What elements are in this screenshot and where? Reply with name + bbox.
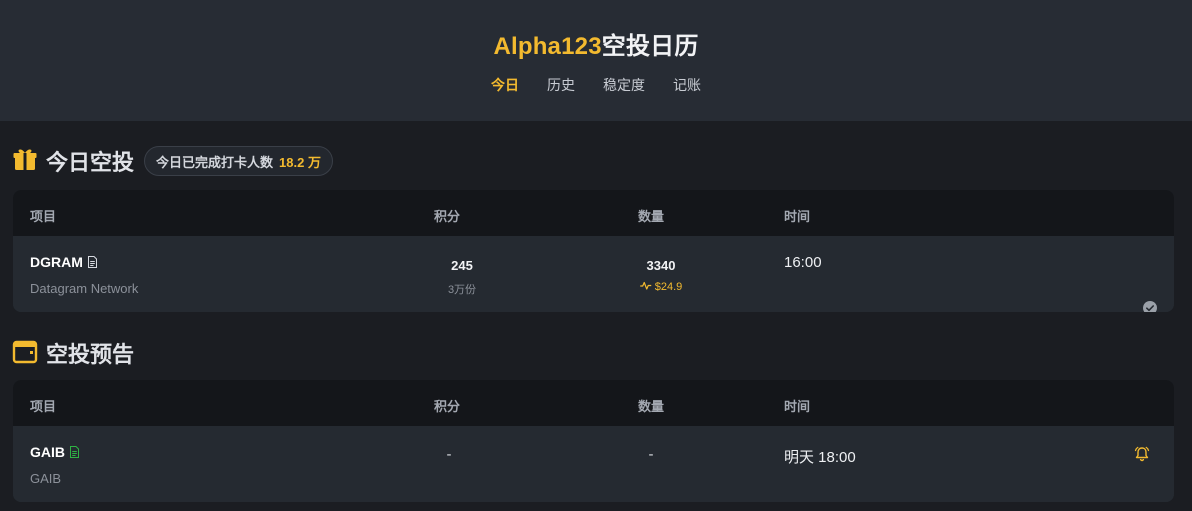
tab-history[interactable]: 历史 — [547, 75, 575, 95]
today-section-header: 今日空投 今日已完成打卡人数 18.2 万 — [12, 145, 333, 177]
top-bar: Alpha123空投日历 今日 历史 稳定度 记账 — [0, 0, 1192, 121]
check-circle-icon[interactable] — [1143, 301, 1157, 312]
today-table: 项目 积分 数量 时间 DGRAM Datagram Network 245 3… — [13, 190, 1174, 312]
tab-ledger[interactable]: 记账 — [673, 75, 701, 95]
points-value: 245 — [451, 258, 473, 273]
time-value: 16:00 — [784, 254, 822, 271]
document-icon[interactable] — [69, 446, 80, 458]
col-time: 时间 — [784, 209, 811, 224]
calendar-icon — [12, 338, 38, 369]
tab-stability[interactable]: 稳定度 — [603, 75, 645, 95]
checkin-count-badge: 今日已完成打卡人数 18.2 万 — [144, 146, 333, 176]
table-row[interactable]: DGRAM Datagram Network 245 3万份 3340 $24.… — [13, 236, 1174, 312]
col-points: 积分 — [434, 209, 461, 224]
points-sub: 3万份 — [447, 284, 477, 296]
main-nav: 今日 历史 稳定度 记账 — [0, 75, 1192, 95]
quantity-value: - — [648, 446, 654, 463]
col-time: 时间 — [784, 399, 811, 414]
col-quantity: 数量 — [638, 209, 665, 224]
time-value: 明天 18:00 — [784, 449, 856, 466]
col-project: 项目 — [30, 399, 57, 414]
project-symbol-wrap: GAIB — [30, 444, 80, 460]
project-symbol-wrap: DGRAM — [30, 254, 98, 270]
col-points: 积分 — [434, 399, 461, 414]
pulse-icon — [640, 281, 652, 293]
money-value: $24.9 — [654, 281, 683, 293]
document-icon[interactable] — [87, 256, 98, 268]
today-section-title: 今日空投 — [46, 150, 135, 175]
app-title-rest: 空投日历 — [601, 33, 699, 60]
bell-icon[interactable] — [1134, 446, 1150, 467]
project-name: GAIB — [30, 471, 62, 486]
quantity-money: $24.9 — [640, 281, 683, 293]
upcoming-section-title: 空投预告 — [46, 342, 135, 367]
project-symbol: GAIB — [30, 444, 65, 460]
col-project: 项目 — [30, 209, 57, 224]
points-cell: 245 3万份 — [448, 258, 476, 297]
col-quantity: 数量 — [638, 399, 665, 414]
project-symbol: DGRAM — [30, 254, 83, 270]
table-row[interactable]: GAIB GAIB - - 明天 18:00 — [13, 426, 1174, 502]
table-header: 项目 积分 数量 时间 — [13, 380, 1174, 426]
gift-icon — [12, 146, 38, 177]
table-header: 项目 积分 数量 时间 — [13, 190, 1174, 236]
checkin-count-label: 今日已完成打卡人数 — [156, 154, 274, 170]
quantity-cell: 3340 $24.9 — [640, 258, 683, 293]
app-title-accent: Alpha123 — [493, 33, 602, 60]
tab-today[interactable]: 今日 — [491, 75, 519, 95]
project-name: Datagram Network — [30, 281, 139, 296]
app-title: Alpha123空投日历 — [0, 26, 1192, 61]
upcoming-section-header: 空投预告 — [12, 337, 134, 369]
quantity-value: 3340 — [646, 258, 676, 273]
upcoming-table: 项目 积分 数量 时间 GAIB GAIB - - 明天 18:00 — [13, 380, 1174, 502]
points-value: - — [446, 446, 452, 463]
checkin-count-value: 18.2 万 — [279, 154, 321, 170]
